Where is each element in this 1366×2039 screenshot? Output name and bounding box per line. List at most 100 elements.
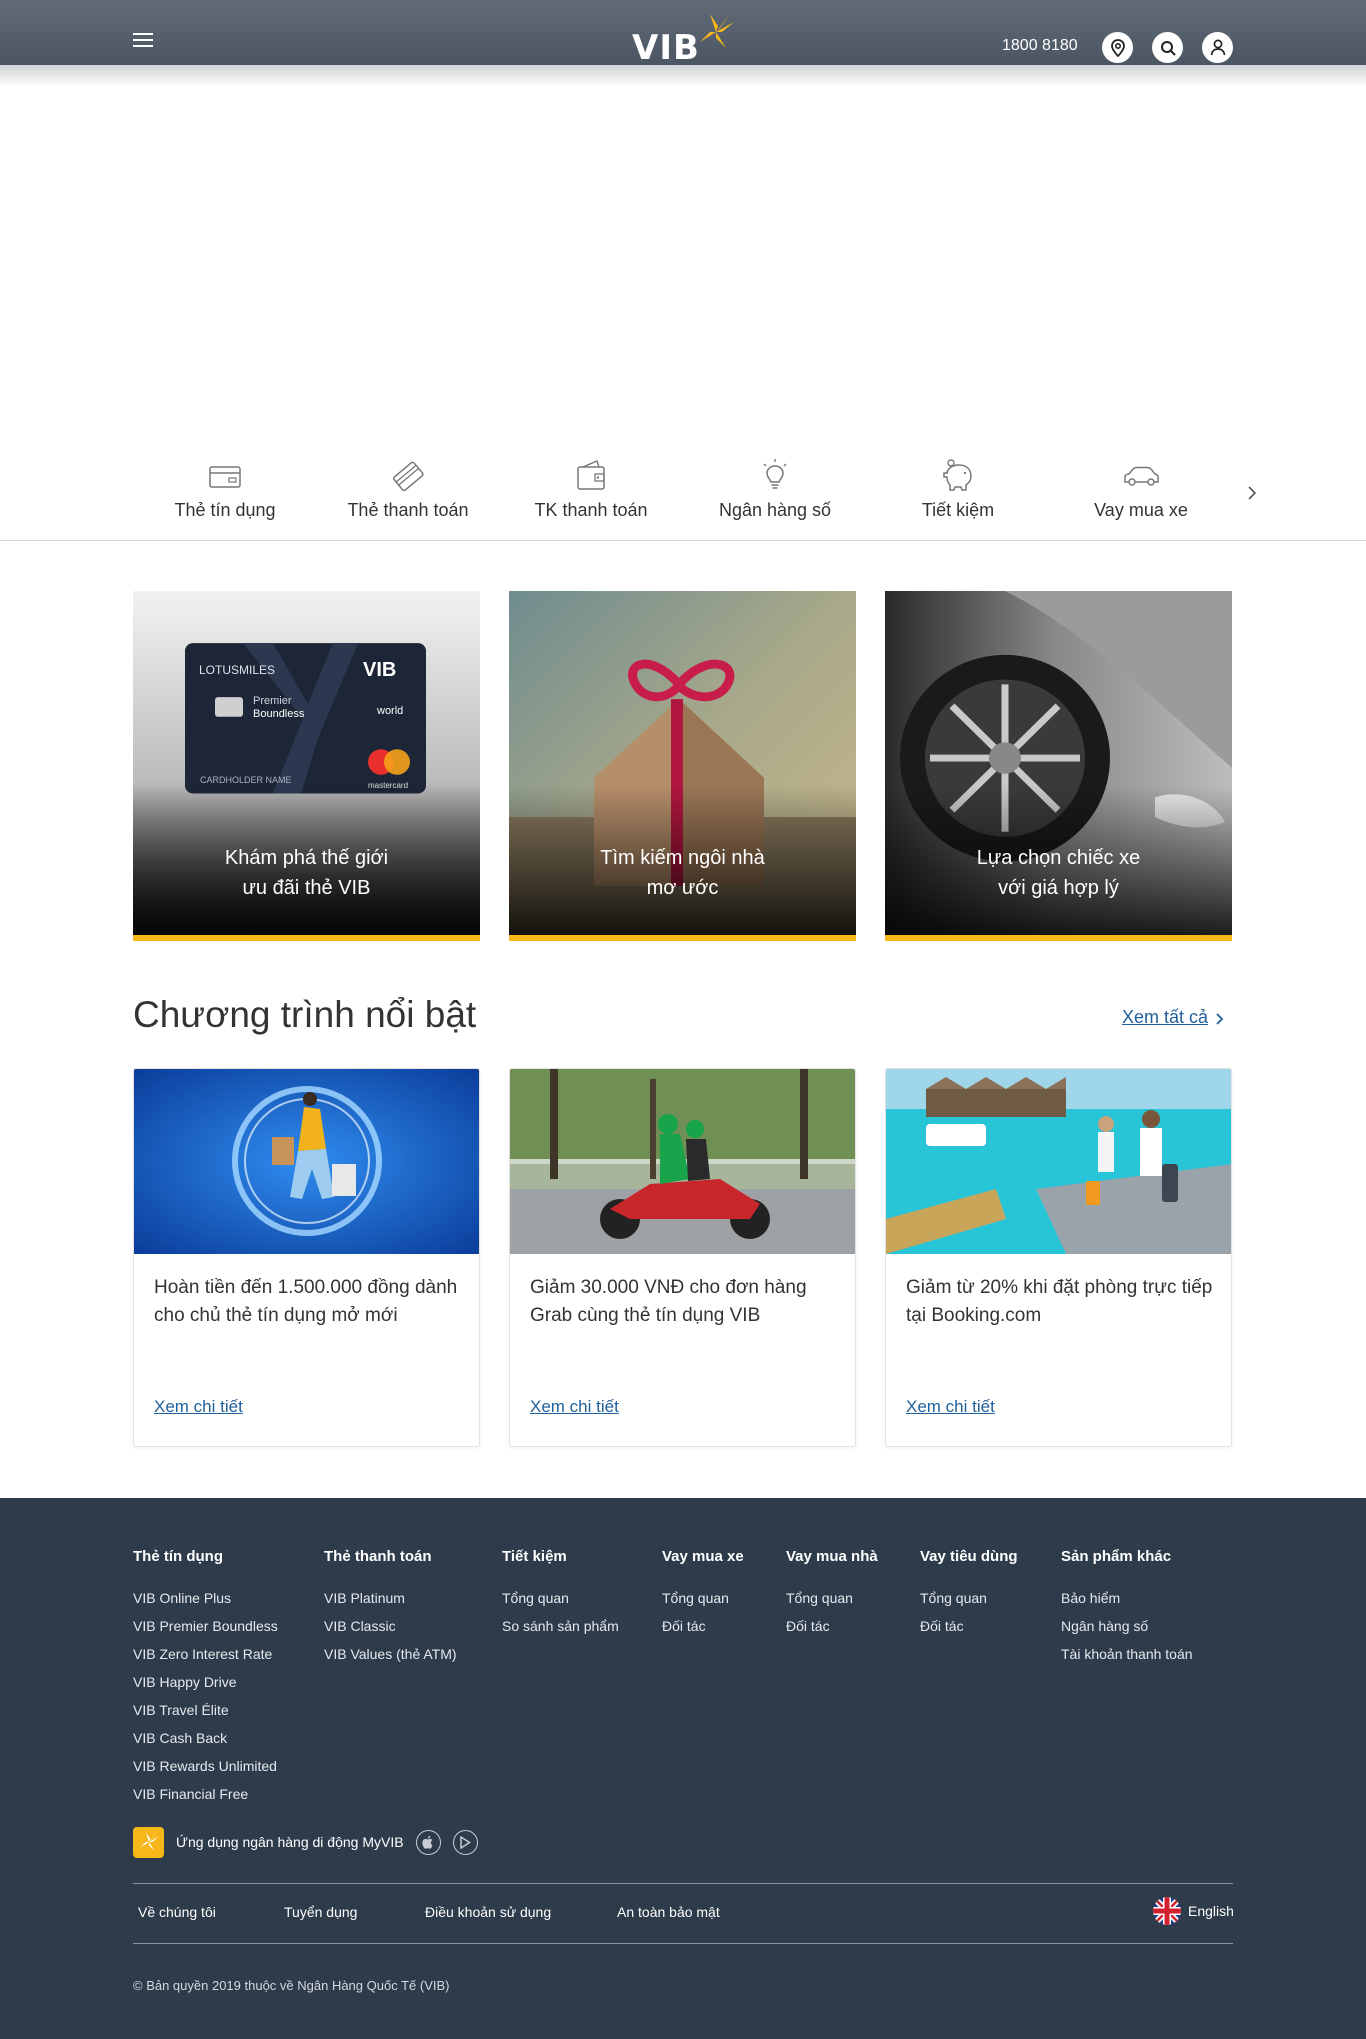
card-tier: Premier bbox=[253, 695, 292, 707]
card-name: Boundless bbox=[253, 708, 305, 720]
feature-caption: Tìm kiếm ngôi nhà mơ ước bbox=[529, 843, 836, 903]
footer-column-title: Tiết kiệm bbox=[502, 1548, 567, 1565]
footer-link[interactable]: VIB Zero Interest Rate bbox=[133, 1640, 278, 1668]
chevron-right-icon[interactable] bbox=[1214, 1010, 1226, 1028]
quicknav-label: Thẻ tín dụng bbox=[174, 500, 276, 520]
footer-link[interactable]: VIB Rewards Unlimited bbox=[133, 1752, 278, 1780]
hotline[interactable]: 1800 8180 bbox=[1002, 37, 1078, 55]
mobile-app-row: Ứng dụng ngân hàng di động MyVIB bbox=[133, 1826, 478, 1858]
quicknav-item-payment-card[interactable]: Thẻ thanh toán bbox=[323, 448, 493, 521]
promo-detail-link[interactable]: Xem chi tiết bbox=[530, 1397, 619, 1417]
footer-link[interactable]: Ngân hàng số bbox=[1061, 1612, 1193, 1640]
footer-link[interactable]: Tài khoản thanh toán bbox=[1061, 1640, 1193, 1668]
feature-caption: Lựa chọn chiếc xe với giá hợp lý bbox=[905, 843, 1212, 903]
card-holder: CARDHOLDER NAME bbox=[200, 775, 292, 785]
booking-promo-image bbox=[886, 1069, 1231, 1254]
footer-column-title: Vay mua nhà bbox=[786, 1548, 878, 1565]
footer-link[interactable]: Đối tác bbox=[786, 1612, 878, 1640]
feature-card-credit[interactable]: LOTUSMILES VIB Premier Boundless world C… bbox=[133, 591, 480, 941]
uk-flag-icon bbox=[1153, 1897, 1181, 1925]
quicknav-item-savings[interactable]: Tiết kiệm bbox=[873, 448, 1043, 521]
footer-link[interactable]: VIB Classic bbox=[324, 1612, 457, 1640]
search-icon[interactable] bbox=[1152, 32, 1183, 63]
footer-link[interactable]: Tổng quan bbox=[920, 1584, 1018, 1612]
footer-link[interactable]: So sánh sản phẩm bbox=[502, 1612, 619, 1640]
apple-store-icon[interactable] bbox=[415, 1829, 441, 1855]
caption-line: Tìm kiếm ngôi nhà bbox=[600, 847, 765, 869]
copyright: © Bản quyền 2019 thuộc về Ngân Hàng Quốc… bbox=[133, 1978, 450, 1993]
promo-card[interactable]: Giảm từ 20% khi đặt phòng trực tiếp tại … bbox=[885, 1068, 1232, 1447]
footer-divider bbox=[133, 1883, 1233, 1884]
page: VIB 1800 8180 Thẻ tín dụng Thẻ thanh toá… bbox=[0, 0, 1366, 2039]
promo-text: Giảm từ 20% khi đặt phòng trực tiếp tại … bbox=[906, 1277, 1213, 1326]
promo-detail-link[interactable]: Xem chi tiết bbox=[906, 1397, 995, 1417]
footer-column-savings: Tiết kiệm Tổng quan So sánh sản phẩm bbox=[502, 1548, 619, 1640]
grab-promo-image bbox=[510, 1069, 855, 1254]
caption-line: ưu đãi thẻ VIB bbox=[242, 877, 371, 899]
footer-link[interactable]: VIB Values (thẻ ATM) bbox=[324, 1640, 457, 1668]
footer-link[interactable]: VIB Travel Élite bbox=[133, 1696, 278, 1724]
footer-column-title: Thẻ thanh toán bbox=[324, 1548, 432, 1565]
footer-link[interactable]: Tổng quan bbox=[662, 1584, 744, 1612]
payment-card-icon bbox=[392, 461, 424, 492]
footer-link[interactable]: Đối tác bbox=[662, 1612, 744, 1640]
user-icon[interactable] bbox=[1202, 32, 1233, 63]
footer-bottom-link[interactable]: Về chúng tôi bbox=[138, 1904, 216, 1920]
wallet-icon bbox=[577, 460, 605, 490]
footer-column-car-loan: Vay mua xe Tổng quan Đối tác bbox=[662, 1548, 744, 1640]
quicknav-item-digital-banking[interactable]: Ngân hàng số bbox=[690, 448, 860, 521]
footer-link[interactable]: VIB Platinum bbox=[324, 1584, 457, 1612]
promo-text: Giảm 30.000 VNĐ cho đơn hàng Grab cùng t… bbox=[530, 1277, 807, 1326]
chevron-right-icon[interactable] bbox=[1245, 481, 1259, 505]
footer-link[interactable]: VIB Online Plus bbox=[133, 1584, 278, 1612]
product-quick-nav: Thẻ tín dụng Thẻ thanh toán TK thanh toá… bbox=[0, 448, 1366, 541]
footer-column-payment-card: Thẻ thanh toán VIB Platinum VIB Classic … bbox=[324, 1548, 457, 1668]
card-network: mastercard bbox=[368, 781, 409, 790]
footer-column-title: Sản phẩm khác bbox=[1061, 1548, 1172, 1565]
card-airline: LOTUSMILES bbox=[199, 663, 276, 677]
quicknav-label: Vay mua xe bbox=[1094, 500, 1188, 520]
footer-link[interactable]: Tổng quan bbox=[786, 1584, 878, 1612]
quicknav-item-account[interactable]: TK thanh toán bbox=[506, 448, 676, 521]
google-play-icon[interactable] bbox=[452, 1829, 478, 1855]
promo-detail-link[interactable]: Xem chi tiết bbox=[154, 1397, 243, 1417]
menu-icon[interactable] bbox=[133, 33, 153, 49]
promo-card[interactable]: Giảm 30.000 VNĐ cho đơn hàng Grab cùng t… bbox=[509, 1068, 856, 1447]
footer-column-title: Thẻ tín dụng bbox=[133, 1548, 223, 1565]
footer-link[interactable]: VIB Premier Boundless bbox=[133, 1612, 278, 1640]
quicknav-item-car-loan[interactable]: Vay mua xe bbox=[1056, 448, 1226, 521]
footer-column-consumer-loan: Vay tiêu dùng Tổng quan Đối tác bbox=[920, 1548, 1018, 1640]
promo-card[interactable]: Hoàn tiền đến 1.500.000 đồng dành cho ch… bbox=[133, 1068, 480, 1447]
footer-bottom-link[interactable]: Điều khoản sử dụng bbox=[425, 1904, 551, 1920]
language-label: English bbox=[1188, 1903, 1234, 1919]
quicknav-label: Tiết kiệm bbox=[921, 500, 995, 520]
vib-logo[interactable]: VIB bbox=[632, 14, 742, 68]
quicknav-item-credit-card[interactable]: Thẻ tín dụng bbox=[140, 448, 310, 521]
location-icon[interactable] bbox=[1102, 32, 1133, 63]
footer-bottom-link[interactable]: An toàn bảo mật bbox=[617, 1904, 720, 1920]
footer-link[interactable]: Bảo hiểm bbox=[1061, 1584, 1193, 1612]
feature-card-car[interactable]: Lựa chọn chiếc xe với giá hợp lý bbox=[885, 591, 1232, 941]
language-switcher[interactable]: English bbox=[1152, 1896, 1234, 1926]
car-icon bbox=[1124, 466, 1159, 486]
section-title: Chương trình nổi bật bbox=[133, 994, 477, 1035]
myvib-app-icon[interactable] bbox=[133, 1826, 164, 1858]
credit-card-icon bbox=[209, 466, 241, 488]
footer-bottom-link[interactable]: Tuyển dụng bbox=[284, 1904, 357, 1920]
caption-line: Lựa chọn chiếc xe bbox=[976, 847, 1141, 869]
footer-link[interactable]: VIB Financial Free bbox=[133, 1780, 278, 1808]
footer-link[interactable]: Tổng quan bbox=[502, 1584, 619, 1612]
see-all-link[interactable]: Xem tất cả bbox=[1122, 1007, 1208, 1028]
feature-card-home[interactable]: Tìm kiếm ngôi nhà mơ ước bbox=[509, 591, 856, 941]
card-brand: VIB bbox=[363, 659, 397, 681]
footer-divider bbox=[133, 1943, 1233, 1944]
footer-link[interactable]: VIB Happy Drive bbox=[133, 1668, 278, 1696]
header-shadow bbox=[0, 65, 1366, 87]
footer-column-home-loan: Vay mua nhà Tổng quan Đối tác bbox=[786, 1548, 878, 1640]
quicknav-label: Ngân hàng số bbox=[718, 500, 832, 520]
footer-link[interactable]: Đối tác bbox=[920, 1612, 1018, 1640]
app-text: Ứng dụng ngân hàng di động MyVIB bbox=[176, 1834, 404, 1850]
logo-text: VIB bbox=[632, 28, 700, 68]
quicknav-label: TK thanh toán bbox=[534, 500, 648, 520]
footer-link[interactable]: VIB Cash Back bbox=[133, 1724, 278, 1752]
